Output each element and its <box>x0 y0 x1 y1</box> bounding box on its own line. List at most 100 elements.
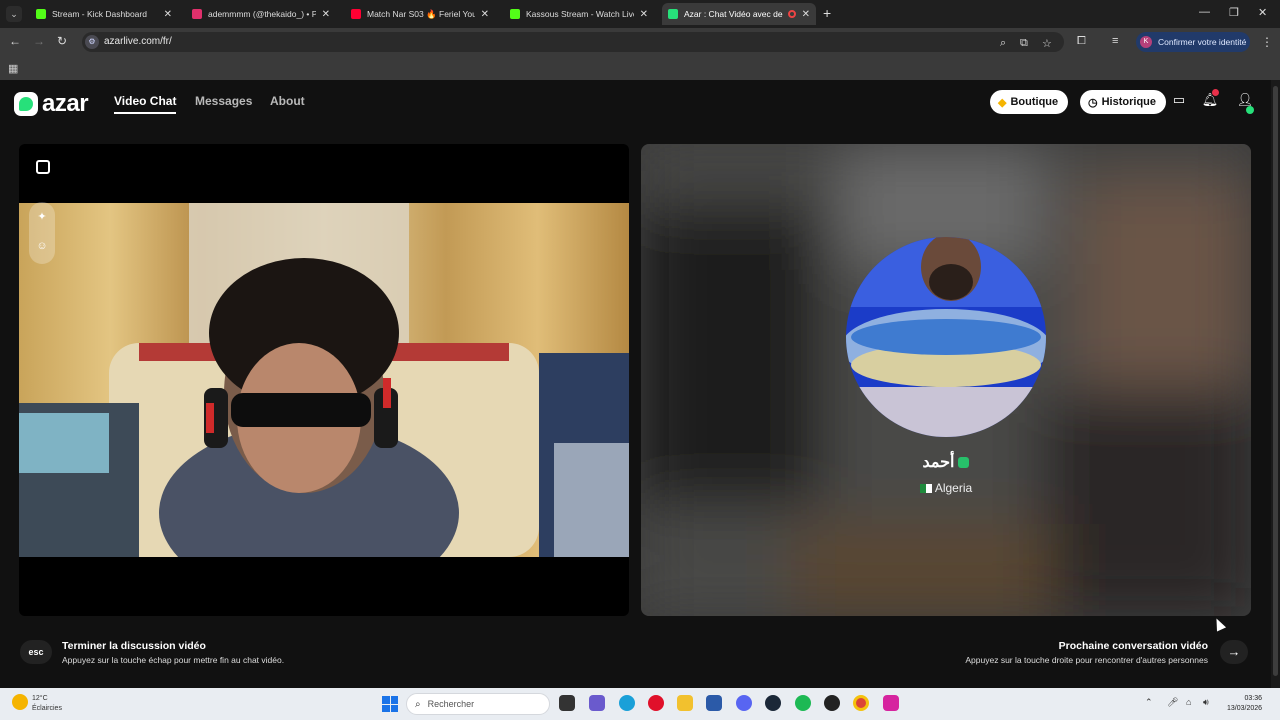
system-clock[interactable]: 03:36 13/03/2026 <box>1227 694 1262 714</box>
bookmark-star-icon[interactable]: ☆ <box>1042 37 1052 50</box>
tab-azar[interactable]: Azar : Chat Vidéo avec de n ✕ <box>662 3 816 25</box>
filter-toolbar: ✦ ☺ <box>29 202 55 264</box>
inventory-icon[interactable]: ▭ <box>1170 92 1188 110</box>
gem-icon: ◆ <box>998 96 1007 109</box>
discord-icon[interactable] <box>736 695 752 711</box>
azar-page: azar Video Chat Messages About ◆ Boutiqu… <box>0 80 1280 688</box>
address-bar[interactable]: ⚙ azarlive.com/fr/ ⌕ ⧉ ☆ <box>82 32 1064 52</box>
nav-about[interactable]: About <box>270 94 305 108</box>
close-tab-icon[interactable]: ✕ <box>164 9 172 20</box>
opera-icon[interactable] <box>648 695 664 711</box>
clock-date: 13/03/2026 <box>1227 705 1263 712</box>
historique-label: Historique <box>1101 96 1157 108</box>
tab-search-icon[interactable]: ⌄ <box>6 6 22 22</box>
windows-start-icon[interactable] <box>382 696 398 712</box>
search-icon: ⌕ <box>415 698 421 710</box>
zoom-icon[interactable]: ⌕ <box>1000 37 1006 50</box>
microphone-icon[interactable]: 🎤︎ <box>1167 697 1178 708</box>
profile-avatar: K <box>1140 36 1152 48</box>
confirm-identity-button[interactable]: K Confirmer votre identité <box>1136 32 1250 52</box>
clock-time: 03:36 <box>1244 695 1263 702</box>
azar-logo-icon <box>14 92 38 116</box>
azar-logo[interactable]: azar <box>14 90 89 118</box>
task-view-icon[interactable] <box>559 695 575 711</box>
tab-title: Kassous Stream - Watch Live o <box>526 9 634 19</box>
identity-label: Confirmer votre identité <box>1158 37 1247 47</box>
recording-icon <box>787 10 796 18</box>
boutique-button[interactable]: ◆ Boutique <box>990 90 1069 114</box>
browser-toolbar: ← → ↻ ⚙ azarlive.com/fr/ ⌕ ⧉ ☆ ⧠ ≡ K Con… <box>0 28 1280 56</box>
tab-youtube[interactable]: Match Nar S03 🔥 Feriel Youss ✕ <box>345 3 495 25</box>
algeria-flag-icon <box>919 484 932 494</box>
search-placeholder: Rechercher <box>427 699 475 709</box>
end-chat-subtitle: Appuyez sur la touche échap pour mettre … <box>62 655 285 665</box>
volume-icon[interactable]: 🔊︎ <box>1203 697 1209 708</box>
tab-title: Stream - Kick Dashboard <box>52 9 147 19</box>
install-app-icon[interactable]: ⧉ <box>1020 37 1028 50</box>
peer-country: Algeria <box>641 481 1251 495</box>
next-chat-subtitle: Appuyez sur la touche droite pour rencon… <box>965 655 1208 665</box>
edge-icon[interactable] <box>619 695 635 711</box>
chrome-icon[interactable] <box>853 695 869 711</box>
tab-title: Azar : Chat Vidéo avec de n <box>684 9 784 19</box>
historique-button[interactable]: ◷ Historique <box>1080 90 1167 114</box>
new-tab-button[interactable]: + <box>823 5 831 21</box>
end-chat-title: Terminer la discussion vidéo <box>62 640 206 652</box>
teams-icon[interactable] <box>589 695 605 711</box>
url-text[interactable]: azarlive.com/fr/ <box>104 36 172 47</box>
self-video-panel: ✦ ☺ <box>19 144 629 616</box>
store-icon[interactable] <box>706 695 722 711</box>
browser-tabstrip: ⌄ Stream - Kick Dashboard ✕ ademmmm (@th… <box>0 0 1280 28</box>
close-tab-icon[interactable]: ✕ <box>640 9 648 20</box>
peer-photo <box>846 237 1046 437</box>
reload-button[interactable]: ↻ <box>57 34 67 48</box>
obs-icon[interactable] <box>824 695 840 711</box>
network-icon[interactable]: ⌂ <box>1186 697 1191 707</box>
nav-video-chat[interactable]: Video Chat <box>114 94 177 114</box>
spotify-icon[interactable] <box>795 695 811 711</box>
youtube-favicon-icon <box>351 9 361 19</box>
instagram-icon[interactable] <box>883 695 899 711</box>
close-tab-icon[interactable]: ✕ <box>802 9 810 20</box>
weather-widget[interactable]: 12°C Éclaircies <box>12 694 62 714</box>
azar-favicon-icon <box>668 9 678 19</box>
tray-chevron-icon[interactable]: ⌃ <box>1145 697 1153 708</box>
tab-title: Match Nar S03 🔥 Feriel Youss <box>367 8 475 19</box>
next-arrow-button[interactable]: → <box>1220 640 1248 664</box>
forward-button[interactable]: → <box>33 34 45 48</box>
weather-sun-icon <box>12 694 28 710</box>
restore-button[interactable]: ❐ <box>1229 6 1239 19</box>
fullscreen-icon[interactable] <box>36 160 50 174</box>
steam-icon[interactable] <box>765 695 781 711</box>
apps-grid-icon[interactable]: ▦ <box>8 62 18 75</box>
kick-favicon-icon <box>36 9 46 19</box>
verified-badge-icon <box>958 457 970 469</box>
sticker-icon[interactable]: ☺ <box>35 240 49 254</box>
online-status-dot <box>1246 106 1254 114</box>
nav-messages[interactable]: Messages <box>195 94 252 108</box>
close-tab-icon[interactable]: ✕ <box>322 9 330 20</box>
taskbar-search[interactable]: ⌕ Rechercher <box>406 693 550 715</box>
site-info-icon[interactable]: ⚙ <box>85 35 99 49</box>
extensions-icon[interactable]: ⧠ <box>1077 35 1086 48</box>
esc-key-button[interactable]: esc <box>20 640 52 664</box>
close-window-button[interactable]: ✕ <box>1258 6 1267 19</box>
weather-condition: Éclaircies <box>32 705 62 712</box>
tab-title: ademmmm (@thekaido_) • Pho <box>208 9 316 19</box>
tab-instagram[interactable]: ademmmm (@thekaido_) • Pho ✕ <box>186 3 336 25</box>
next-chat-title: Prochaine conversation vidéo <box>1058 640 1208 652</box>
peer-name: أحمد <box>641 452 1251 472</box>
page-scrollbar[interactable] <box>1271 80 1280 688</box>
kick-favicon-icon <box>510 9 520 19</box>
logo-text: azar <box>42 90 89 117</box>
tab-kassous-stream[interactable]: Kassous Stream - Watch Live o ✕ <box>504 3 654 25</box>
browser-menu-icon[interactable]: ⋮ <box>1261 35 1273 49</box>
media-control-icon[interactable]: ≡ <box>1112 35 1118 47</box>
tab-kick-dashboard[interactable]: Stream - Kick Dashboard ✕ <box>30 3 178 25</box>
back-button[interactable]: ← <box>9 34 21 48</box>
file-explorer-icon[interactable] <box>677 695 693 711</box>
minimize-button[interactable]: — <box>1199 6 1210 18</box>
peer-country-text: Algeria <box>934 481 973 495</box>
close-tab-icon[interactable]: ✕ <box>481 9 489 20</box>
magic-wand-icon[interactable]: ✦ <box>35 210 49 224</box>
